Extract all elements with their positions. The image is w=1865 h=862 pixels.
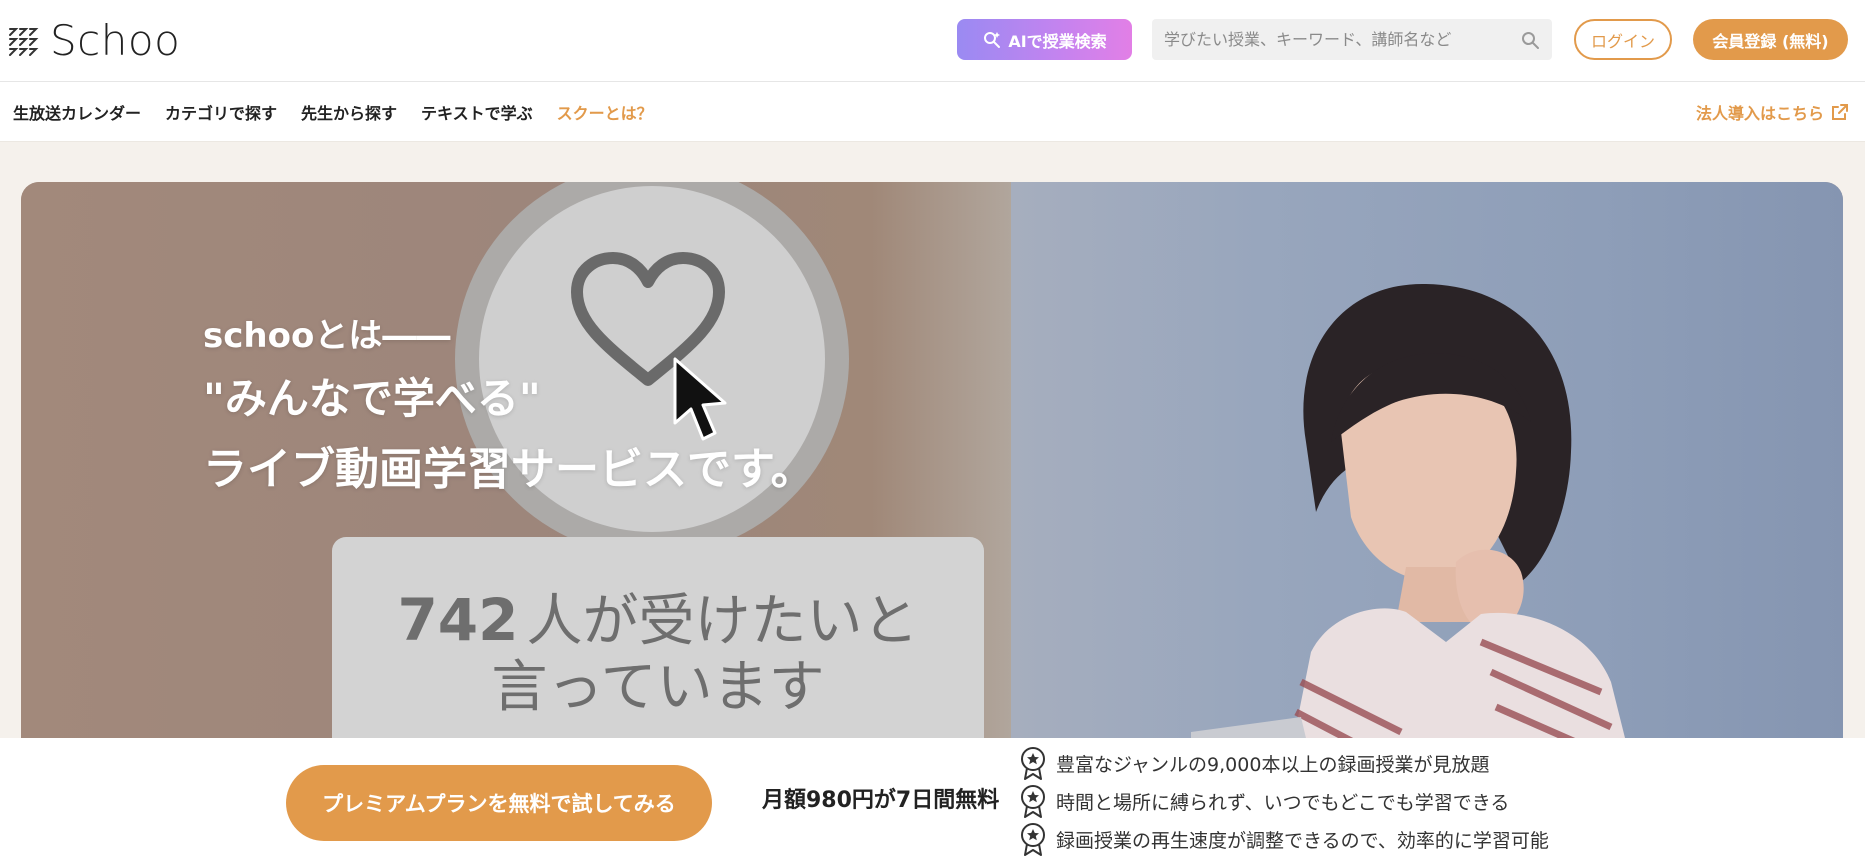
feature-text: 豊富なジャンルの9,000本以上の録画授業が見放題 bbox=[1056, 753, 1490, 776]
logo[interactable]: Schoo bbox=[6, 15, 181, 65]
main-nav: 生放送カレンダー カテゴリで探す 先生から探す テキストで学ぶ スクーとは？ 法… bbox=[0, 82, 1865, 142]
like-count-label-2: 言っています bbox=[491, 655, 825, 720]
price-text: 月額980円が7日間無料 bbox=[762, 788, 1000, 813]
feature-text: 録画授業の再生速度が調整できるので、効率的に学習可能 bbox=[1056, 829, 1549, 852]
corporate-link-label: 法人導入はこちら bbox=[1695, 104, 1824, 123]
feature-text: 時間と場所に縛られず、いつでもどこでも学習できる bbox=[1056, 791, 1510, 814]
ai-search-button[interactable]: AIで授業検索 bbox=[957, 19, 1132, 60]
hero-tagline-quote: "みんなで学べる" bbox=[203, 374, 541, 423]
hero-tagline-intro: schooとは―― bbox=[203, 316, 451, 356]
register-button[interactable]: 会員登録 (無料) bbox=[1693, 19, 1848, 60]
corporate-link[interactable]: 法人導入はこちら bbox=[1696, 82, 1850, 142]
nav-item-teachers[interactable]: 先生から探す bbox=[301, 100, 397, 124]
feature-item: 豊富なジャンルの9,000本以上の録画授業が見放題 bbox=[1018, 744, 1549, 782]
badge-star-icon bbox=[1021, 823, 1045, 856]
feature-item: 時間と場所に縛られず、いつでもどこでも学習できる bbox=[1018, 782, 1549, 820]
badge-star-icon bbox=[1021, 747, 1045, 780]
external-link-icon bbox=[1832, 104, 1848, 120]
logo-text: Schoo bbox=[50, 15, 181, 65]
search-input[interactable] bbox=[1164, 30, 1520, 49]
nav-item-text[interactable]: テキストで学ぶ bbox=[421, 100, 533, 124]
site-header: Schoo AIで授業検索 ログイン 会員登録 (無料) bbox=[0, 0, 1865, 82]
feature-item: 録画授業の再生速度が調整できるので、効率的に学習可能 bbox=[1018, 820, 1549, 858]
badge-star-icon bbox=[1021, 785, 1045, 818]
like-count-number: 742 bbox=[397, 586, 519, 654]
logo-mark-icon bbox=[9, 28, 39, 56]
search-icon[interactable] bbox=[1520, 30, 1540, 50]
hero-banner: 742 人が受けたいと 言っています schooとは―― "みんなで学べる" ライ… bbox=[21, 182, 1843, 782]
login-button[interactable]: ログイン bbox=[1574, 19, 1672, 60]
nav-item-live-calendar[interactable]: 生放送カレンダー bbox=[13, 100, 141, 124]
woman-photo bbox=[1191, 283, 1636, 782]
free-trial-button[interactable]: プレミアムプランを無料で試してみる bbox=[286, 765, 712, 841]
hero-tagline-main: ライブ動画学習サービスです。 bbox=[203, 444, 815, 495]
ai-search-icon bbox=[984, 31, 1001, 48]
like-count-text: 742 人が受けたいと 言っています bbox=[332, 587, 984, 721]
search-box bbox=[1152, 19, 1552, 60]
nav-item-about[interactable]: スクーとは？ bbox=[557, 100, 653, 124]
nav-item-category[interactable]: カテゴリで探す bbox=[165, 100, 277, 124]
like-count-label-1: 人が受けたいと bbox=[526, 589, 919, 654]
hero-copy: schooとは―― "みんなで学べる" ライブ動画学習サービスです。 bbox=[203, 308, 815, 506]
feature-list: 豊富なジャンルの9,000本以上の録画授業が見放題 時間と場所に縛られず、いつで… bbox=[1018, 744, 1549, 858]
premium-cta-bar: プレミアムプランを無料で試してみる 月額980円が7日間無料 豊富なジャンルの9… bbox=[0, 738, 1865, 862]
ai-search-label: AIで授業検索 bbox=[1008, 31, 1107, 51]
nav-items: 生放送カレンダー カテゴリで探す 先生から探す テキストで学ぶ スクーとは？ bbox=[13, 82, 653, 142]
